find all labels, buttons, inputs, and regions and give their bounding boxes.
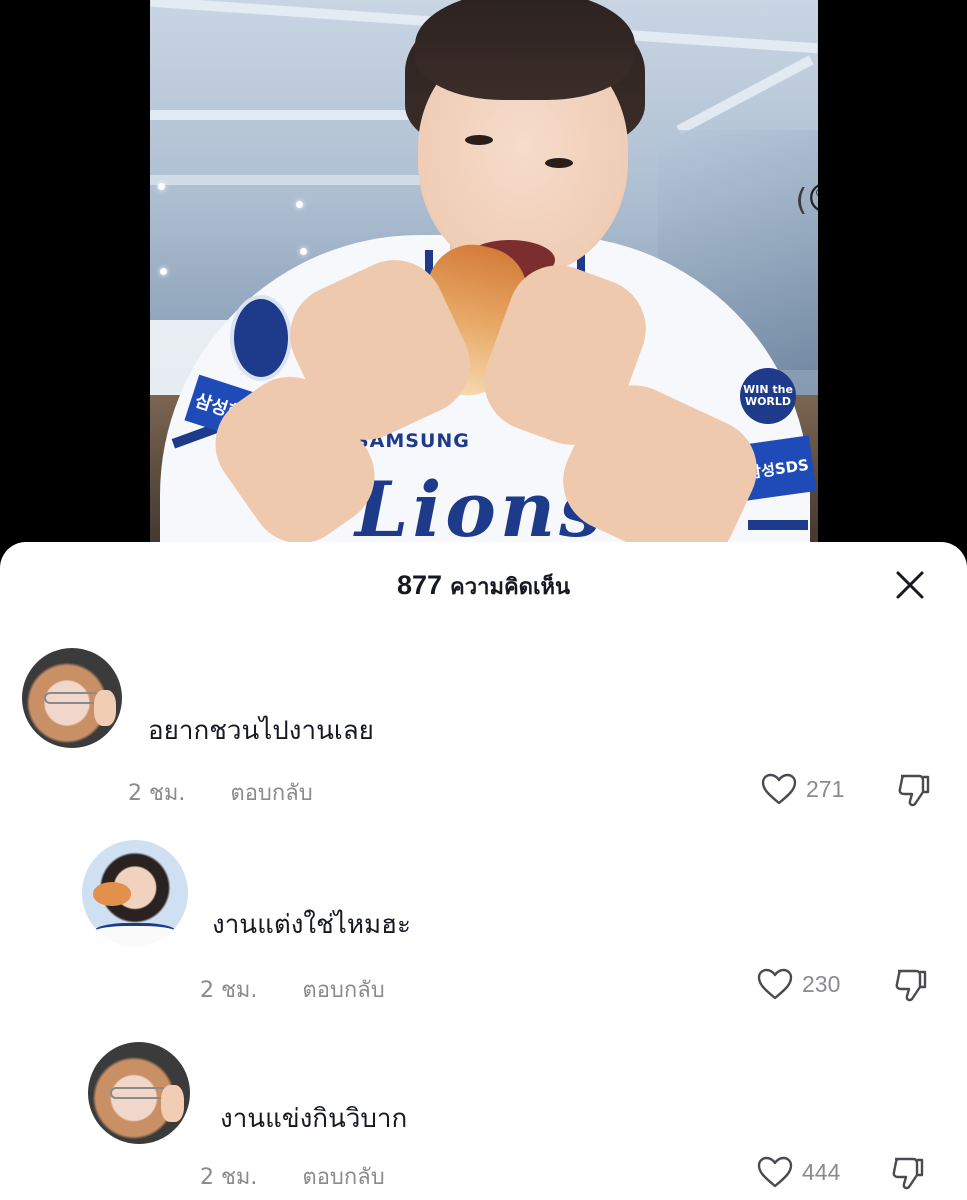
comment-count-label: ความคิดเห็น [450, 574, 571, 600]
like-count: 444 [802, 1158, 841, 1185]
hair-fringe [415, 0, 635, 100]
dislike-button[interactable] [892, 966, 930, 1004]
app-screen: 삼성화재 WIN the WORLD 삼성SDS SAMSUNG Lions (… [0, 0, 967, 1200]
person: 삼성화재 WIN the WORLD 삼성SDS SAMSUNG Lions [150, 0, 818, 555]
dislike-button[interactable] [895, 771, 933, 809]
like-button[interactable]: 444 [756, 1155, 840, 1189]
comment-count: 877 [396, 569, 443, 600]
comment-meta: 2 ชม. ตอบกลับ [128, 775, 313, 810]
reply-button[interactable]: ตอบกลับ [302, 978, 384, 1003]
avatar-food [92, 882, 131, 906]
close-icon [896, 571, 924, 599]
comment-time: 2 ชม. [200, 1165, 258, 1190]
avatar-glasses [110, 1086, 168, 1100]
comment-meta: 2 ชม. ตอบกลับ [200, 972, 385, 1007]
like-button[interactable]: 271 [760, 772, 844, 806]
user-avatar[interactable] [82, 840, 188, 946]
avatar-hand [161, 1084, 184, 1122]
user-avatar[interactable] [88, 1042, 190, 1144]
heart-icon [761, 773, 797, 805]
like-button[interactable]: 230 [756, 967, 840, 1001]
avatar-hand [94, 690, 116, 726]
comment-text: งานแต่งใช่ไหมฮะ [212, 910, 411, 940]
comments-header: 877 ความคิดเห็น [0, 542, 967, 630]
avatar-shirt [92, 922, 178, 946]
comment-text: อยากชวนไปงานเลย [148, 716, 374, 746]
comment-time: 2 ชม. [128, 781, 186, 806]
like-count: 230 [802, 970, 841, 997]
reply-button[interactable]: ตอบกลับ [230, 781, 312, 806]
lion-patch [230, 295, 292, 381]
like-count: 271 [806, 775, 845, 802]
thumbs-down-icon [895, 969, 927, 1002]
comment-meta: 2 ชม. ตอบกลับ [200, 1159, 385, 1194]
emoji-glyph: 😲 [807, 179, 818, 219]
avatar-glasses [44, 692, 100, 704]
jersey-stripe [748, 520, 808, 530]
thumbs-down-icon [892, 1157, 924, 1190]
eye-left [465, 135, 493, 145]
heart-icon [757, 1156, 793, 1188]
reply-button[interactable]: ตอบกลับ [302, 1165, 384, 1190]
sponsor-patch-right-top: WIN the WORLD [740, 368, 796, 424]
dislike-button[interactable] [889, 1154, 927, 1192]
comment-time: 2 ชม. [200, 978, 258, 1003]
comment-text: งานแข่งกินวิบาก [220, 1104, 408, 1134]
user-avatar[interactable] [22, 648, 122, 748]
comments-sheet: 877 ความคิดเห็น อยากชวนไปงานเลย 2 ชม. ตอ… [0, 542, 967, 1200]
astonished-emoji-sticker: (😲) [790, 175, 818, 223]
close-button[interactable] [893, 568, 927, 602]
eye-right [545, 158, 573, 168]
video-player[interactable]: 삼성화재 WIN the WORLD 삼성SDS SAMSUNG Lions (… [150, 0, 818, 555]
thumbs-down-icon [898, 774, 930, 807]
heart-icon [757, 968, 793, 1000]
comments-title: 877 ความคิดเห็น [397, 569, 570, 604]
